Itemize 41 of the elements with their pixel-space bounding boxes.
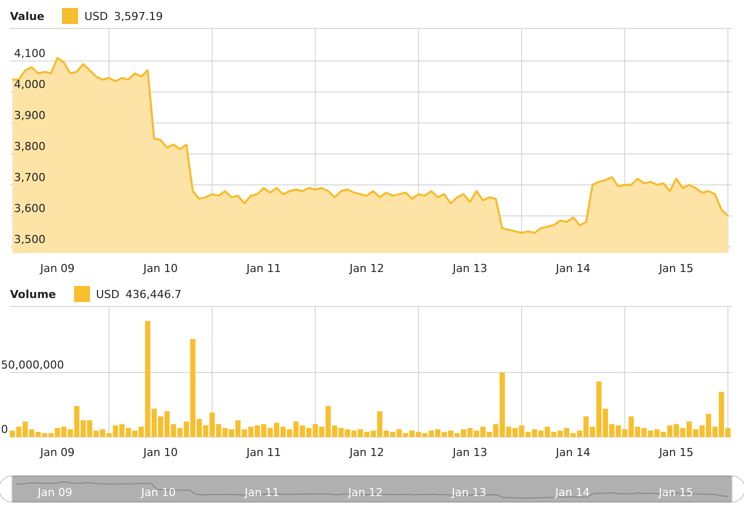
legend-label[interactable]: USD (96, 288, 120, 300)
legend-value: 3,597.19 (114, 10, 163, 22)
x-axis-label: Jan 10 (143, 446, 178, 459)
x-axis-label: Jan 14 (556, 262, 590, 275)
x-axis-label: Jan 12 (350, 446, 384, 459)
x-axis-label: Jan 15 (659, 446, 694, 459)
navigator-label: Jan 13 (452, 486, 486, 499)
chart-title: Value (10, 10, 44, 22)
navigator-label: Jan 15 (658, 486, 694, 499)
navigator-label: Jan 11 (244, 486, 280, 499)
y-axis-label: 4,000 (14, 78, 46, 91)
y-axis-label: 3,500 (14, 232, 46, 246)
navigator-label: Jan 10 (141, 486, 176, 499)
x-axis-label: Jan 15 (659, 262, 694, 275)
x-axis-label: Jan 14 (556, 446, 590, 459)
navigator-label: Jan 09 (38, 486, 72, 499)
y-axis-label: 3,600 (14, 202, 46, 215)
y-axis-label: 0 (1, 423, 8, 436)
y-axis-label: 4,100 (14, 46, 46, 60)
x-axis-label: Jan 13 (452, 262, 488, 275)
y-axis-label: 3,900 (14, 108, 46, 122)
y-axis-label: 3,700 (14, 170, 46, 184)
x-axis-label: Jan 11 (246, 446, 281, 459)
x-axis-label: Jan 11 (246, 262, 281, 275)
y-axis-label: 3,800 (14, 140, 46, 153)
chart-title: Volume (10, 288, 56, 300)
legend-swatch[interactable] (74, 286, 90, 302)
x-axis-label: Jan 09 (40, 446, 75, 459)
x-axis-label: Jan 09 (40, 262, 75, 275)
x-axis-label: Jan 13 (452, 446, 488, 459)
navigator-label: Jan 14 (555, 486, 590, 499)
navigator-bar[interactable] (12, 476, 732, 502)
x-axis-label: Jan 12 (350, 262, 384, 275)
range-handle[interactable] (0, 476, 12, 502)
legend-value: 436,446.7 (126, 288, 182, 300)
navigator-label: Jan 12 (348, 486, 383, 499)
x-axis-label: Jan 10 (143, 262, 178, 275)
range-handle[interactable] (732, 476, 744, 502)
legend-label[interactable]: USD (84, 10, 108, 22)
y-axis-label: 50,000,000 (1, 358, 64, 372)
legend-swatch[interactable] (62, 8, 78, 24)
